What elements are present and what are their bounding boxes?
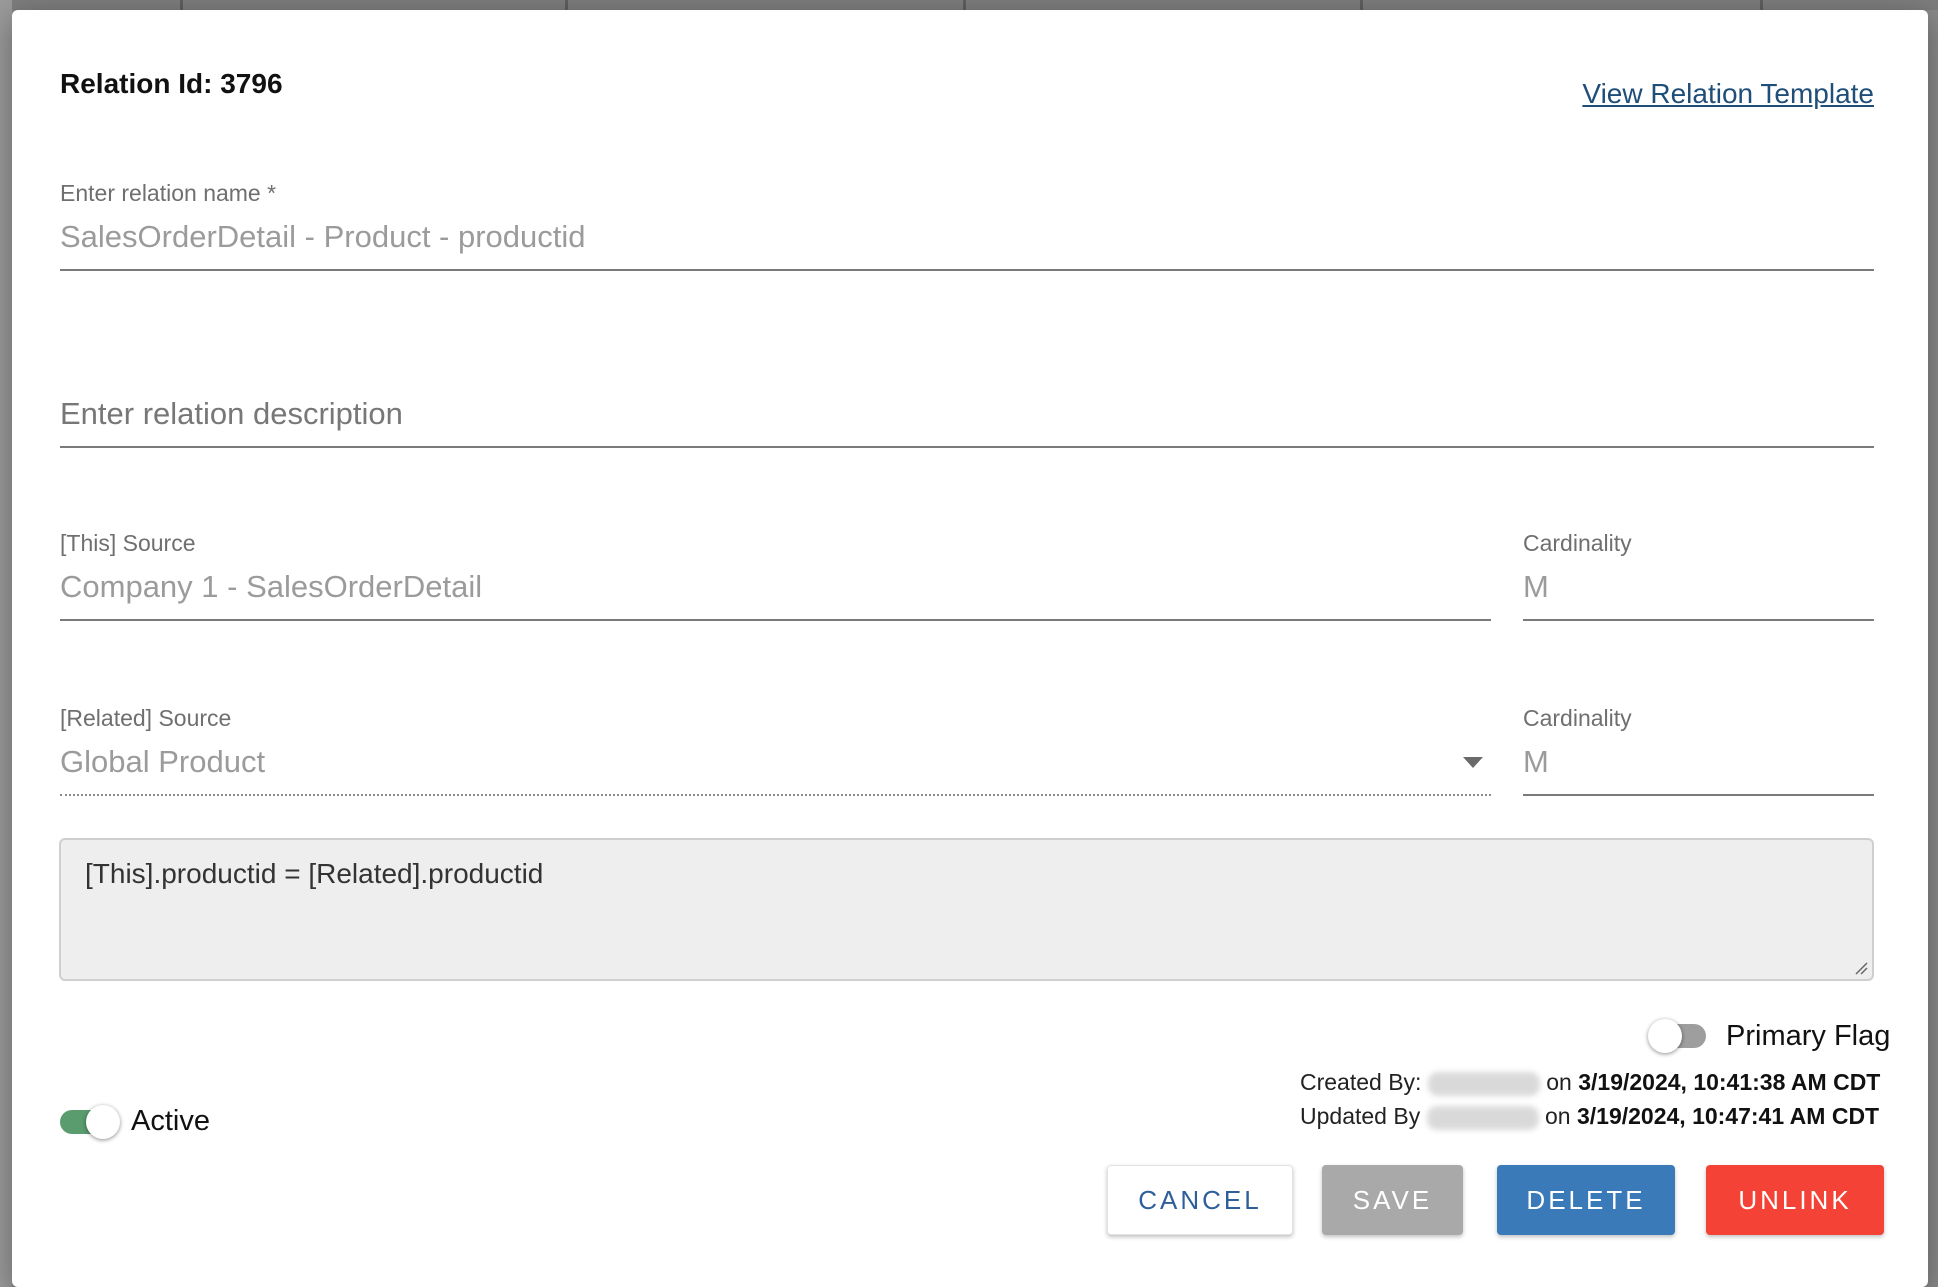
active-label: Active [131, 1105, 210, 1137]
cancel-button[interactable]: CANCEL [1107, 1165, 1293, 1235]
related-source-value: Global Product [60, 744, 266, 779]
related-source-underline [60, 794, 1491, 796]
delete-button[interactable]: DELETE [1497, 1165, 1675, 1235]
resize-grip-icon[interactable] [1854, 961, 1868, 975]
relation-edit-dialog: Relation Id: 3796 View Relation Template… [12, 10, 1928, 1287]
active-knob [86, 1105, 120, 1139]
relation-description-underline [60, 446, 1874, 448]
this-source-input[interactable]: Company 1 - SalesOrderDetail [60, 569, 1491, 605]
relation-id-title: Relation Id: 3796 [60, 68, 283, 99]
this-source-label: [This] Source [60, 530, 196, 556]
unlink-button[interactable]: UNLINK [1706, 1165, 1884, 1235]
background-tab-divider [180, 0, 183, 10]
relation-name-input[interactable]: SalesOrderDetail - Product - productid [60, 219, 1874, 255]
background-tab-divider [1360, 0, 1363, 10]
created-on-label: on [1546, 1069, 1579, 1095]
this-cardinality-label: Cardinality [1523, 530, 1632, 556]
updated-by-label: Updated By [1300, 1103, 1421, 1129]
updated-at: 3/19/2024, 10:47:41 AM CDT [1576, 1103, 1880, 1129]
relation-name-underline [60, 269, 1874, 271]
relation-name-label: Enter relation name * [60, 180, 277, 206]
background-tab-divider [565, 0, 568, 10]
related-cardinality-field[interactable]: Cardinality M [1523, 705, 1874, 796]
join-expression-text: [This].productid = [Related].productid [85, 858, 544, 889]
this-cardinality-underline [1523, 619, 1874, 621]
created-by-label: Created By: [1300, 1069, 1422, 1095]
save-button[interactable]: SAVE [1322, 1165, 1463, 1235]
this-cardinality-input[interactable]: M [1523, 569, 1874, 605]
related-source-select[interactable]: [Related] Source Global Product [60, 705, 1491, 796]
updated-by-user-redacted [1426, 1105, 1539, 1130]
created-by-line: Created By: on 3/19/2024, 10:41:38 AM CD… [1300, 1065, 1880, 1099]
primary-flag-knob [1648, 1019, 1682, 1053]
related-cardinality-underline [1523, 794, 1874, 796]
view-relation-template-link[interactable]: View Relation Template [1582, 78, 1874, 110]
this-cardinality-field[interactable]: Cardinality M [1523, 530, 1874, 621]
background-tab-strip [0, 0, 1938, 10]
primary-flag-toggle[interactable] [1648, 1016, 1710, 1056]
join-expression-textarea[interactable]: [This].productid = [Related].productid [59, 838, 1874, 981]
audit-info: Created By: on 3/19/2024, 10:41:38 AM CD… [1300, 1065, 1880, 1133]
background-tab-divider [1760, 0, 1763, 10]
updated-on-label: on [1544, 1103, 1577, 1129]
created-at: 3/19/2024, 10:41:38 AM CDT [1578, 1069, 1881, 1095]
this-source-underline [60, 619, 1491, 621]
dropdown-arrow-icon[interactable] [1463, 757, 1483, 768]
updated-by-line: Updated By on 3/19/2024, 10:47:41 AM CDT [1300, 1099, 1880, 1133]
created-by-user-redacted [1427, 1071, 1540, 1096]
primary-flag-label: Primary Flag [1726, 1020, 1891, 1052]
background-tab-divider [963, 0, 966, 10]
relation-description-input[interactable]: Enter relation description [60, 396, 1874, 432]
active-toggle[interactable] [58, 1102, 122, 1142]
related-source-label: [Related] Source [60, 705, 232, 731]
relation-description-field[interactable]: Enter relation description [60, 396, 1874, 448]
related-cardinality-input[interactable]: M [1523, 744, 1874, 780]
this-source-field[interactable]: [This] Source Company 1 - SalesOrderDeta… [60, 530, 1491, 621]
relation-name-field[interactable]: Enter relation name * SalesOrderDetail -… [60, 180, 1874, 271]
background-page-edge [0, 0, 12, 1287]
related-cardinality-label: Cardinality [1523, 705, 1632, 731]
